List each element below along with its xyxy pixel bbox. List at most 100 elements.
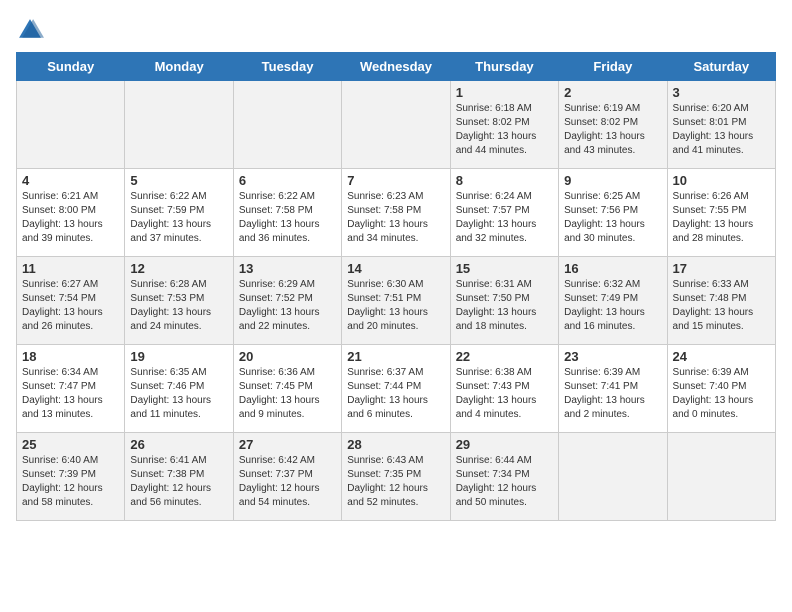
day-number: 26: [130, 437, 227, 452]
day-info: Sunrise: 6:34 AM Sunset: 7:47 PM Dayligh…: [22, 366, 119, 422]
calendar-week-row: 18 Sunrise: 6:34 AM Sunset: 7:47 PM Dayli…: [17, 345, 776, 433]
day-info: Sunrise: 6:44 AM Sunset: 7:34 PM Dayligh…: [456, 454, 553, 510]
day-info: Sunrise: 6:39 AM Sunset: 7:40 PM Dayligh…: [673, 366, 770, 422]
calendar-week-row: 25 Sunrise: 6:40 AM Sunset: 7:39 PM Dayli…: [17, 433, 776, 521]
day-number: 3: [673, 85, 770, 100]
calendar-cell: 29 Sunrise: 6:44 AM Sunset: 7:34 PM Dayli…: [450, 433, 558, 521]
day-info: Sunrise: 6:30 AM Sunset: 7:51 PM Dayligh…: [347, 278, 444, 334]
day-info: Sunrise: 6:33 AM Sunset: 7:48 PM Dayligh…: [673, 278, 770, 334]
day-number: 8: [456, 173, 553, 188]
day-info: Sunrise: 6:26 AM Sunset: 7:55 PM Dayligh…: [673, 190, 770, 246]
day-info: Sunrise: 6:18 AM Sunset: 8:02 PM Dayligh…: [456, 102, 553, 158]
calendar-cell: 3 Sunrise: 6:20 AM Sunset: 8:01 PM Daylig…: [667, 81, 775, 169]
day-number: 13: [239, 261, 336, 276]
calendar-cell: [125, 81, 233, 169]
calendar-cell: 9Sunrise: 6:25 AM Sunset: 7:56 PM Daylig…: [559, 169, 667, 257]
calendar-cell: 17 Sunrise: 6:33 AM Sunset: 7:48 PM Dayli…: [667, 257, 775, 345]
day-number: 5: [130, 173, 227, 188]
day-header-saturday: Saturday: [667, 53, 775, 81]
day-info: Sunrise: 6:41 AM Sunset: 7:38 PM Dayligh…: [130, 454, 227, 510]
day-number: 27: [239, 437, 336, 452]
calendar-cell: 7 Sunrise: 6:23 AM Sunset: 7:58 PM Daylig…: [342, 169, 450, 257]
day-header-friday: Friday: [559, 53, 667, 81]
day-header-tuesday: Tuesday: [233, 53, 341, 81]
calendar-cell: 8Sunrise: 6:24 AM Sunset: 7:57 PM Daylig…: [450, 169, 558, 257]
calendar-cell: 13 Sunrise: 6:29 AM Sunset: 7:52 PM Dayli…: [233, 257, 341, 345]
calendar-cell: 24 Sunrise: 6:39 AM Sunset: 7:40 PM Dayli…: [667, 345, 775, 433]
calendar-cell: 19Sunrise: 6:35 AM Sunset: 7:46 PM Dayli…: [125, 345, 233, 433]
calendar-table: SundayMondayTuesdayWednesdayThursdayFrid…: [16, 52, 776, 521]
day-header-sunday: Sunday: [17, 53, 125, 81]
day-info: Sunrise: 6:42 AM Sunset: 7:37 PM Dayligh…: [239, 454, 336, 510]
calendar-cell: 6Sunrise: 6:22 AM Sunset: 7:58 PM Daylig…: [233, 169, 341, 257]
day-number: 22: [456, 349, 553, 364]
day-number: 21: [347, 349, 444, 364]
day-number: 9: [564, 173, 661, 188]
calendar-cell: 14 Sunrise: 6:30 AM Sunset: 7:51 PM Dayli…: [342, 257, 450, 345]
day-info: Sunrise: 6:22 AM Sunset: 7:59 PM Dayligh…: [130, 190, 227, 246]
day-number: 18: [22, 349, 119, 364]
calendar-cell: 27 Sunrise: 6:42 AM Sunset: 7:37 PM Dayli…: [233, 433, 341, 521]
calendar-cell: 22 Sunrise: 6:38 AM Sunset: 7:43 PM Dayli…: [450, 345, 558, 433]
calendar-week-row: 11 Sunrise: 6:27 AM Sunset: 7:54 PM Dayli…: [17, 257, 776, 345]
calendar-cell: [233, 81, 341, 169]
calendar-cell: 12 Sunrise: 6:28 AM Sunset: 7:53 PM Dayli…: [125, 257, 233, 345]
day-info: Sunrise: 6:19 AM Sunset: 8:02 PM Dayligh…: [564, 102, 661, 158]
day-info: Sunrise: 6:21 AM Sunset: 8:00 PM Dayligh…: [22, 190, 119, 246]
day-info: Sunrise: 6:36 AM Sunset: 7:45 PM Dayligh…: [239, 366, 336, 422]
calendar-cell: [667, 433, 775, 521]
day-number: 11: [22, 261, 119, 276]
calendar-cell: [342, 81, 450, 169]
day-info: Sunrise: 6:22 AM Sunset: 7:58 PM Dayligh…: [239, 190, 336, 246]
calendar-cell: 10 Sunrise: 6:26 AM Sunset: 7:55 PM Dayli…: [667, 169, 775, 257]
day-header-wednesday: Wednesday: [342, 53, 450, 81]
day-info: Sunrise: 6:20 AM Sunset: 8:01 PM Dayligh…: [673, 102, 770, 158]
day-number: 10: [673, 173, 770, 188]
day-number: 24: [673, 349, 770, 364]
calendar-cell: 11 Sunrise: 6:27 AM Sunset: 7:54 PM Dayli…: [17, 257, 125, 345]
day-info: Sunrise: 6:39 AM Sunset: 7:41 PM Dayligh…: [564, 366, 661, 422]
day-header-thursday: Thursday: [450, 53, 558, 81]
calendar-cell: 1 Sunrise: 6:18 AM Sunset: 8:02 PM Daylig…: [450, 81, 558, 169]
day-number: 20: [239, 349, 336, 364]
day-info: Sunrise: 6:37 AM Sunset: 7:44 PM Dayligh…: [347, 366, 444, 422]
calendar-cell: [559, 433, 667, 521]
calendar-cell: 16 Sunrise: 6:32 AM Sunset: 7:49 PM Dayli…: [559, 257, 667, 345]
calendar-cell: [17, 81, 125, 169]
day-number: 2: [564, 85, 661, 100]
day-info: Sunrise: 6:38 AM Sunset: 7:43 PM Dayligh…: [456, 366, 553, 422]
calendar-cell: 2 Sunrise: 6:19 AM Sunset: 8:02 PM Daylig…: [559, 81, 667, 169]
day-number: 16: [564, 261, 661, 276]
calendar-cell: 28Sunrise: 6:43 AM Sunset: 7:35 PM Dayli…: [342, 433, 450, 521]
calendar-cell: 21 Sunrise: 6:37 AM Sunset: 7:44 PM Dayli…: [342, 345, 450, 433]
calendar-cell: 15 Sunrise: 6:31 AM Sunset: 7:50 PM Dayli…: [450, 257, 558, 345]
page-header: [16, 16, 776, 44]
day-info: Sunrise: 6:32 AM Sunset: 7:49 PM Dayligh…: [564, 278, 661, 334]
day-info: Sunrise: 6:23 AM Sunset: 7:58 PM Dayligh…: [347, 190, 444, 246]
logo: [16, 16, 48, 44]
day-number: 7: [347, 173, 444, 188]
calendar-cell: 26 Sunrise: 6:41 AM Sunset: 7:38 PM Dayli…: [125, 433, 233, 521]
day-number: 14: [347, 261, 444, 276]
day-info: Sunrise: 6:40 AM Sunset: 7:39 PM Dayligh…: [22, 454, 119, 510]
day-info: Sunrise: 6:28 AM Sunset: 7:53 PM Dayligh…: [130, 278, 227, 334]
day-number: 29: [456, 437, 553, 452]
day-number: 1: [456, 85, 553, 100]
day-info: Sunrise: 6:43 AM Sunset: 7:35 PM Dayligh…: [347, 454, 444, 510]
calendar-cell: 4Sunrise: 6:21 AM Sunset: 8:00 PM Daylig…: [17, 169, 125, 257]
day-number: 25: [22, 437, 119, 452]
calendar-week-row: 1 Sunrise: 6:18 AM Sunset: 8:02 PM Daylig…: [17, 81, 776, 169]
day-info: Sunrise: 6:27 AM Sunset: 7:54 PM Dayligh…: [22, 278, 119, 334]
day-info: Sunrise: 6:31 AM Sunset: 7:50 PM Dayligh…: [456, 278, 553, 334]
day-number: 17: [673, 261, 770, 276]
calendar-cell: 18 Sunrise: 6:34 AM Sunset: 7:47 PM Dayli…: [17, 345, 125, 433]
day-header-monday: Monday: [125, 53, 233, 81]
logo-icon: [16, 16, 44, 44]
calendar-cell: 23Sunrise: 6:39 AM Sunset: 7:41 PM Dayli…: [559, 345, 667, 433]
day-number: 12: [130, 261, 227, 276]
day-info: Sunrise: 6:29 AM Sunset: 7:52 PM Dayligh…: [239, 278, 336, 334]
calendar-cell: 5 Sunrise: 6:22 AM Sunset: 7:59 PM Daylig…: [125, 169, 233, 257]
day-number: 15: [456, 261, 553, 276]
calendar-header-row: SundayMondayTuesdayWednesdayThursdayFrid…: [17, 53, 776, 81]
calendar-cell: 20 Sunrise: 6:36 AM Sunset: 7:45 PM Dayli…: [233, 345, 341, 433]
